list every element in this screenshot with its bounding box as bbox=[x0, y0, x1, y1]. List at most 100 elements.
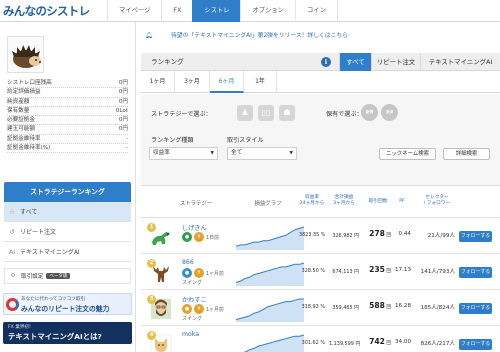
follow-button[interactable]: フォローする bbox=[459, 267, 492, 278]
pl-sparkline bbox=[236, 298, 304, 322]
nav-option[interactable]: オプション bbox=[240, 0, 294, 22]
stat-row: 保有数量 0Lot bbox=[7, 107, 128, 117]
strategy-type-icon: ● bbox=[182, 304, 192, 314]
banner-headline: テキストマイニングAIとは? bbox=[8, 332, 102, 341]
trade-settings-link[interactable]: ⚙ 取引設定 ベータ版 bbox=[4, 268, 131, 284]
text-mining-banner[interactable]: FX 業界初! テキストマイニングAIとは? bbox=[3, 322, 132, 344]
stat-row: 必要証拠金 0円 bbox=[7, 116, 128, 126]
filter-close-icon[interactable]: 決済 bbox=[381, 104, 398, 121]
user-avatar[interactable] bbox=[7, 36, 44, 73]
filter-group-icon[interactable]: ☗ bbox=[279, 105, 295, 121]
strategy-name[interactable]: しげきん bbox=[182, 223, 207, 232]
table-row[interactable]: 3 かわすこ ● ¥1ヶ月前 スイング 318.93 % 359,465 円 588 回 16.… bbox=[141, 290, 500, 326]
strategy-type-icon: ● bbox=[182, 232, 192, 242]
col-trade-count[interactable]: 取引回数 bbox=[365, 199, 391, 205]
filter-single-icon[interactable]: ♟ bbox=[237, 105, 253, 121]
nickname-search-button[interactable]: ニックネーム検索 bbox=[379, 148, 436, 160]
info-icon[interactable]: i bbox=[321, 57, 331, 67]
strategy-name[interactable]: 866 bbox=[182, 259, 194, 266]
col-selector[interactable]: セレクター / フォロワー bbox=[417, 195, 457, 207]
strategy-style: スイング bbox=[182, 280, 203, 286]
gear-icon: ⚙ bbox=[10, 273, 16, 279]
site-logo[interactable]: みんなのシストレ bbox=[3, 3, 90, 19]
nav-systre[interactable]: シストレ bbox=[192, 0, 241, 22]
sidebar-item-label: すべて bbox=[20, 209, 38, 216]
sidebar-item-text-mining[interactable]: AI テキストマイニングAI bbox=[4, 242, 131, 262]
pl-sparkline bbox=[236, 226, 304, 250]
stat-row: シストレ口座残高 0円 bbox=[7, 79, 128, 89]
strategy-style: スイング bbox=[182, 316, 203, 322]
announcement-bar[interactable]: 🔔︎ 待望の「テキストマイニングAI」第2弾をリリース！詳しくはこちら bbox=[141, 29, 500, 43]
col-strategy: ストラテジー bbox=[179, 201, 213, 207]
tab-text-mining-ai[interactable]: テキストマイニングAI bbox=[420, 53, 500, 71]
period-3m[interactable]: 3ヶ月 bbox=[175, 71, 210, 93]
nav-mypage[interactable]: マイページ bbox=[107, 0, 161, 22]
return-rate-value: 301.62 % bbox=[301, 340, 325, 346]
detail-search-button[interactable]: 詳細検索 bbox=[443, 148, 490, 160]
trade-style-select[interactable]: 全て ▼ bbox=[227, 147, 297, 160]
ranking-type-label: ランキング種類 bbox=[151, 137, 194, 144]
strategy-filter-label: ストラテジーで選ぶ： bbox=[151, 111, 212, 118]
period-tabs: 1ヶ月 3ヶ月 6ヶ月 1年 bbox=[141, 71, 500, 93]
beta-badge: ベータ版 bbox=[46, 273, 71, 279]
selector-value: 185人/824人 bbox=[420, 305, 455, 311]
strategy-ranking-button[interactable]: ストラテジーランキング bbox=[4, 182, 131, 202]
trade-count-value: 588 回 bbox=[369, 301, 391, 310]
follow-button[interactable]: フォローする bbox=[459, 303, 492, 314]
filter-pair-icon[interactable]: ▯▯ bbox=[258, 105, 274, 121]
table-row[interactable]: 1 しげきん ● ¥1日前 3823.35 % 326,982 円 278 回 0.44 21人… bbox=[141, 218, 500, 254]
selector-value: 826人/217人 bbox=[420, 341, 455, 347]
pf-value: 0.44 bbox=[398, 231, 411, 237]
period-6m[interactable]: 6ヶ月 bbox=[210, 71, 244, 93]
stat-row: 建玉可能額 0円 bbox=[7, 125, 128, 135]
tab-all[interactable]: すべて bbox=[339, 53, 371, 71]
hedgehog-avatar-icon bbox=[12, 45, 41, 68]
strategy-name[interactable]: かわすこ bbox=[182, 295, 207, 304]
trade-count-value: 278 回 bbox=[369, 229, 391, 238]
banner-headline: みんなのリピート注文の魅力 bbox=[21, 305, 110, 313]
tab-repeat-order[interactable]: リピート注文 bbox=[371, 53, 420, 71]
return-rate-value: 3823.35 % bbox=[299, 232, 326, 238]
period-1y[interactable]: 1年 bbox=[244, 71, 277, 93]
chevron-down-icon: ▼ bbox=[210, 151, 214, 156]
holding-filter-label: 保有で選ぶ： bbox=[326, 111, 363, 118]
follow-button[interactable]: フォローする bbox=[459, 231, 492, 242]
strategy-name[interactable]: moka bbox=[182, 331, 199, 338]
table-row[interactable]: 4 moka 301.62 % 1,139,599 円 742 回 34.00 826人/2… bbox=[141, 326, 500, 352]
col-pf[interactable]: PF bbox=[395, 199, 409, 205]
coin-icon: ¥ bbox=[194, 304, 204, 314]
sidebar-item-all[interactable]: ☆ すべて bbox=[4, 202, 131, 222]
star-icon: ☆ bbox=[9, 207, 15, 216]
ai-icon: AI bbox=[8, 247, 16, 256]
trade-count-value: 742 回 bbox=[369, 337, 391, 346]
repeat-order-banner[interactable]: あなたに代わってコツコツ取引 みんなのリピート注文の魅力 bbox=[3, 293, 132, 315]
announcement-text[interactable]: 待望の「テキストマイニングAI」第2弾をリリース！詳しくはこちら bbox=[171, 29, 348, 43]
main-content: 🔔︎ 待望の「テキストマイニングAI」第2弾をリリース！詳しくはこちら ランキン… bbox=[141, 22, 500, 352]
chevron-down-icon: ▼ bbox=[289, 151, 293, 156]
stat-row: 証拠金維持率 - bbox=[7, 135, 128, 145]
return-rate-value: 318.93 % bbox=[301, 304, 325, 310]
col-total-pl[interactable]: 合計損益 3ヶ月から bbox=[329, 195, 359, 207]
sidebar-item-repeat[interactable]: ↺ リピート注文 bbox=[4, 222, 131, 242]
table-row[interactable]: 2 866 ● ¥1ヶ月前 スイング 328.50 % 674,113 円 235 回 17.1… bbox=[141, 254, 500, 290]
total-pl-value: 326,982 円 bbox=[332, 233, 359, 239]
stat-row: 約定評価損益 0円 bbox=[7, 88, 128, 98]
rank-badge: 1 bbox=[147, 223, 156, 232]
total-pl-value: 674,113 円 bbox=[332, 269, 359, 275]
total-pl-value: 1,139,599 円 bbox=[329, 341, 361, 347]
ranking-type-select[interactable]: 収益率 ▼ bbox=[149, 147, 218, 160]
follow-button[interactable]: フォローする bbox=[459, 339, 492, 350]
trade-style-label: 取引スタイル bbox=[227, 137, 264, 144]
col-return-rate[interactable]: 収益率 24ヶ月から bbox=[299, 195, 325, 207]
top-header: みんなのシストレ マイページ FX シストレ オプション コイン bbox=[0, 0, 500, 22]
account-stats: シストレ口座残高 0円 約定評価損益 0円 純資産額 0円 保有数量 0Lot 必要証拠… bbox=[7, 79, 128, 154]
nav-coin[interactable]: コイン bbox=[294, 0, 338, 22]
main-nav: マイページ FX シストレ オプション コイン bbox=[107, 0, 338, 22]
selector-value: 21人/99人 bbox=[427, 233, 455, 239]
nav-fx[interactable]: FX bbox=[161, 0, 192, 22]
pl-sparkline bbox=[236, 262, 304, 286]
period-1m[interactable]: 1ヶ月 bbox=[141, 71, 175, 93]
filter-new-icon[interactable]: 新規 bbox=[361, 104, 378, 121]
strategy-meta: ● ¥1ヶ月前 bbox=[182, 304, 224, 314]
coin-icon: ¥ bbox=[194, 232, 204, 242]
